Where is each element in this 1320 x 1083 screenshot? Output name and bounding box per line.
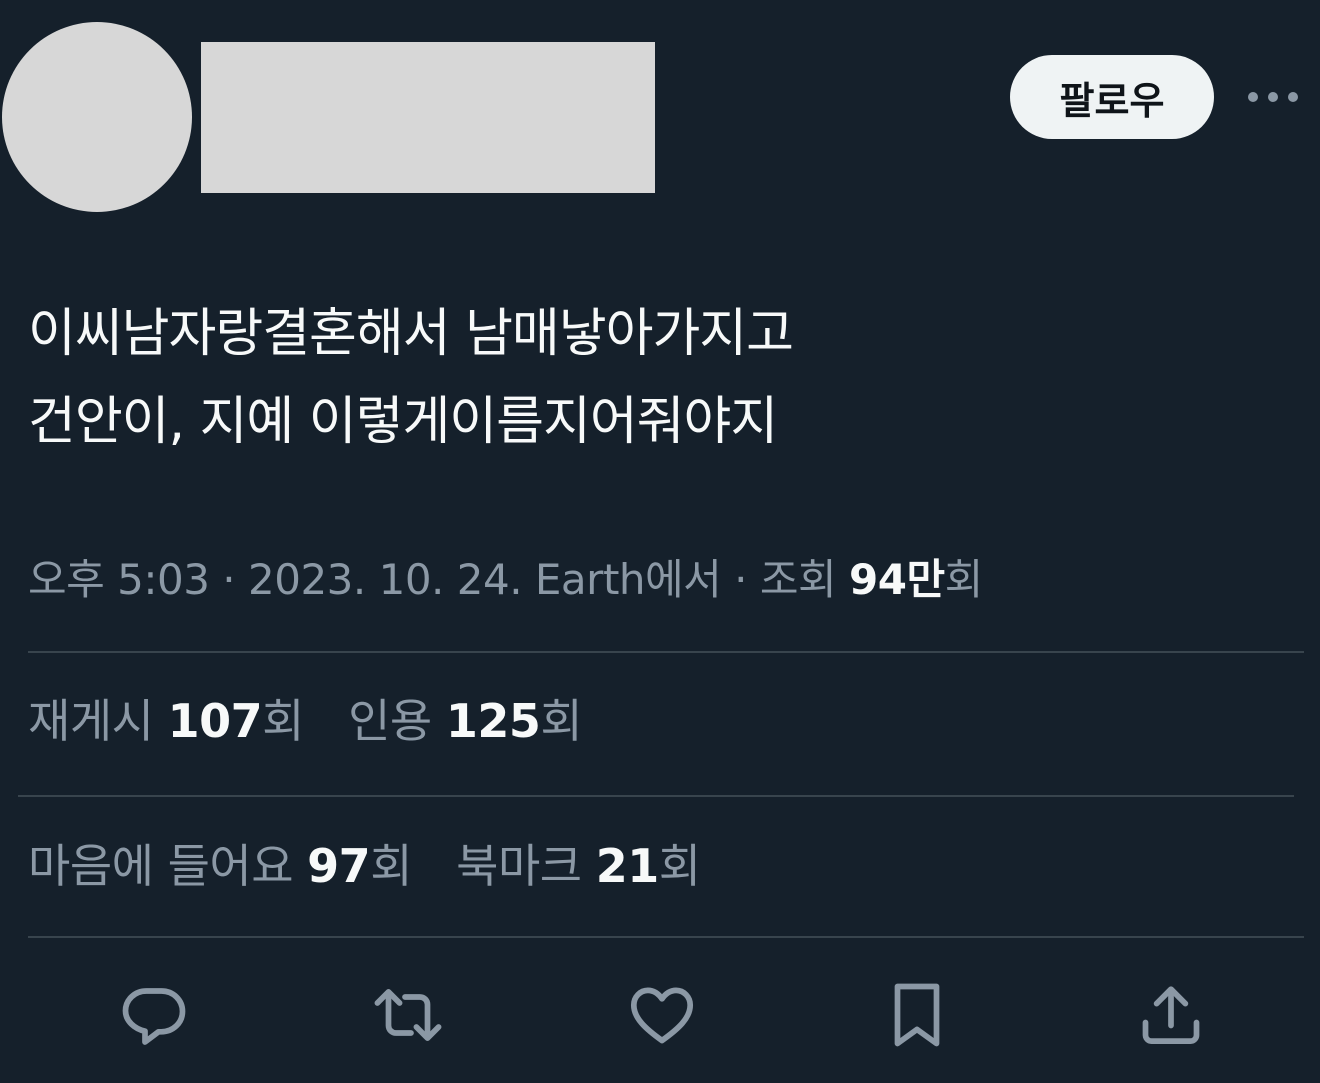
tweet-detail-page: 팔로우 이씨남자랑결혼해서 남매낳아가지고 건안이, 지예 이렇게이름지어줘야지… <box>0 0 1320 1083</box>
quote-label: 인용 <box>348 694 446 748</box>
retweet-button[interactable] <box>363 970 453 1060</box>
tweet-date[interactable]: 2023. 10. 24. <box>248 555 523 604</box>
heart-icon <box>630 987 694 1044</box>
like-label: 마음에 들어요 <box>28 839 308 893</box>
views-label: 조회 <box>759 555 850 604</box>
follow-button[interactable]: 팔로우 <box>1010 55 1214 139</box>
stats-row-reposts: 재게시 107회 인용 125회 <box>28 686 612 756</box>
divider <box>28 651 1304 653</box>
bookmark-icon <box>894 983 940 1047</box>
bookmark-count: 21 <box>595 839 660 893</box>
meta-separator: · <box>721 555 760 604</box>
tweet-source: Earth에서 <box>522 555 722 604</box>
views-unit: 회 <box>944 555 984 604</box>
share-button[interactable] <box>1126 970 1216 1060</box>
bookmark-button[interactable] <box>872 970 962 1060</box>
quote-stat[interactable]: 인용 125회 <box>348 686 583 756</box>
bookmark-unit: 회 <box>658 839 701 893</box>
redacted-user-name[interactable] <box>201 42 655 193</box>
quote-unit: 회 <box>540 694 583 748</box>
quote-count: 125 <box>445 694 541 748</box>
repost-count: 107 <box>167 694 263 748</box>
like-stat[interactable]: 마음에 들어요 97회 <box>28 831 413 901</box>
stats-row-likes: 마음에 들어요 97회 북마크 21회 <box>28 831 731 901</box>
retweet-icon <box>374 989 442 1041</box>
tweet-text: 이씨남자랑결혼해서 남매낳아가지고 건안이, 지예 이렇게이름지어줘야지 <box>28 290 1288 466</box>
action-bar <box>0 970 1320 1060</box>
more-options-button[interactable] <box>1242 82 1304 112</box>
reply-button[interactable] <box>109 970 199 1060</box>
repost-label: 재게시 <box>28 694 168 748</box>
divider <box>18 795 1294 797</box>
tweet-time[interactable]: 오후 5:03 <box>28 555 210 604</box>
repost-unit: 회 <box>262 694 304 748</box>
like-count: 97 <box>307 839 371 893</box>
repost-stat[interactable]: 재게시 107회 <box>28 686 304 756</box>
tweet-text-line: 이씨남자랑결혼해서 남매낳아가지고 <box>28 304 794 364</box>
avatar[interactable] <box>2 22 192 212</box>
tweet-text-line: 건안이, 지예 이렇게이름지어줘야지 <box>28 392 778 452</box>
like-unit: 회 <box>370 839 413 893</box>
views-count: 94만 <box>849 555 945 604</box>
meta-separator: · <box>209 555 249 604</box>
tweet-meta: 오후 5:03 · 2023. 10. 24. Earth에서 · 조회 94만… <box>28 548 983 612</box>
like-button[interactable] <box>617 970 707 1060</box>
more-icon <box>1248 92 1298 102</box>
share-icon <box>1142 986 1200 1044</box>
bookmark-stat[interactable]: 북마크 21회 <box>456 831 701 901</box>
bookmark-label: 북마크 <box>456 839 596 893</box>
divider <box>28 936 1304 938</box>
reply-icon <box>122 988 186 1045</box>
